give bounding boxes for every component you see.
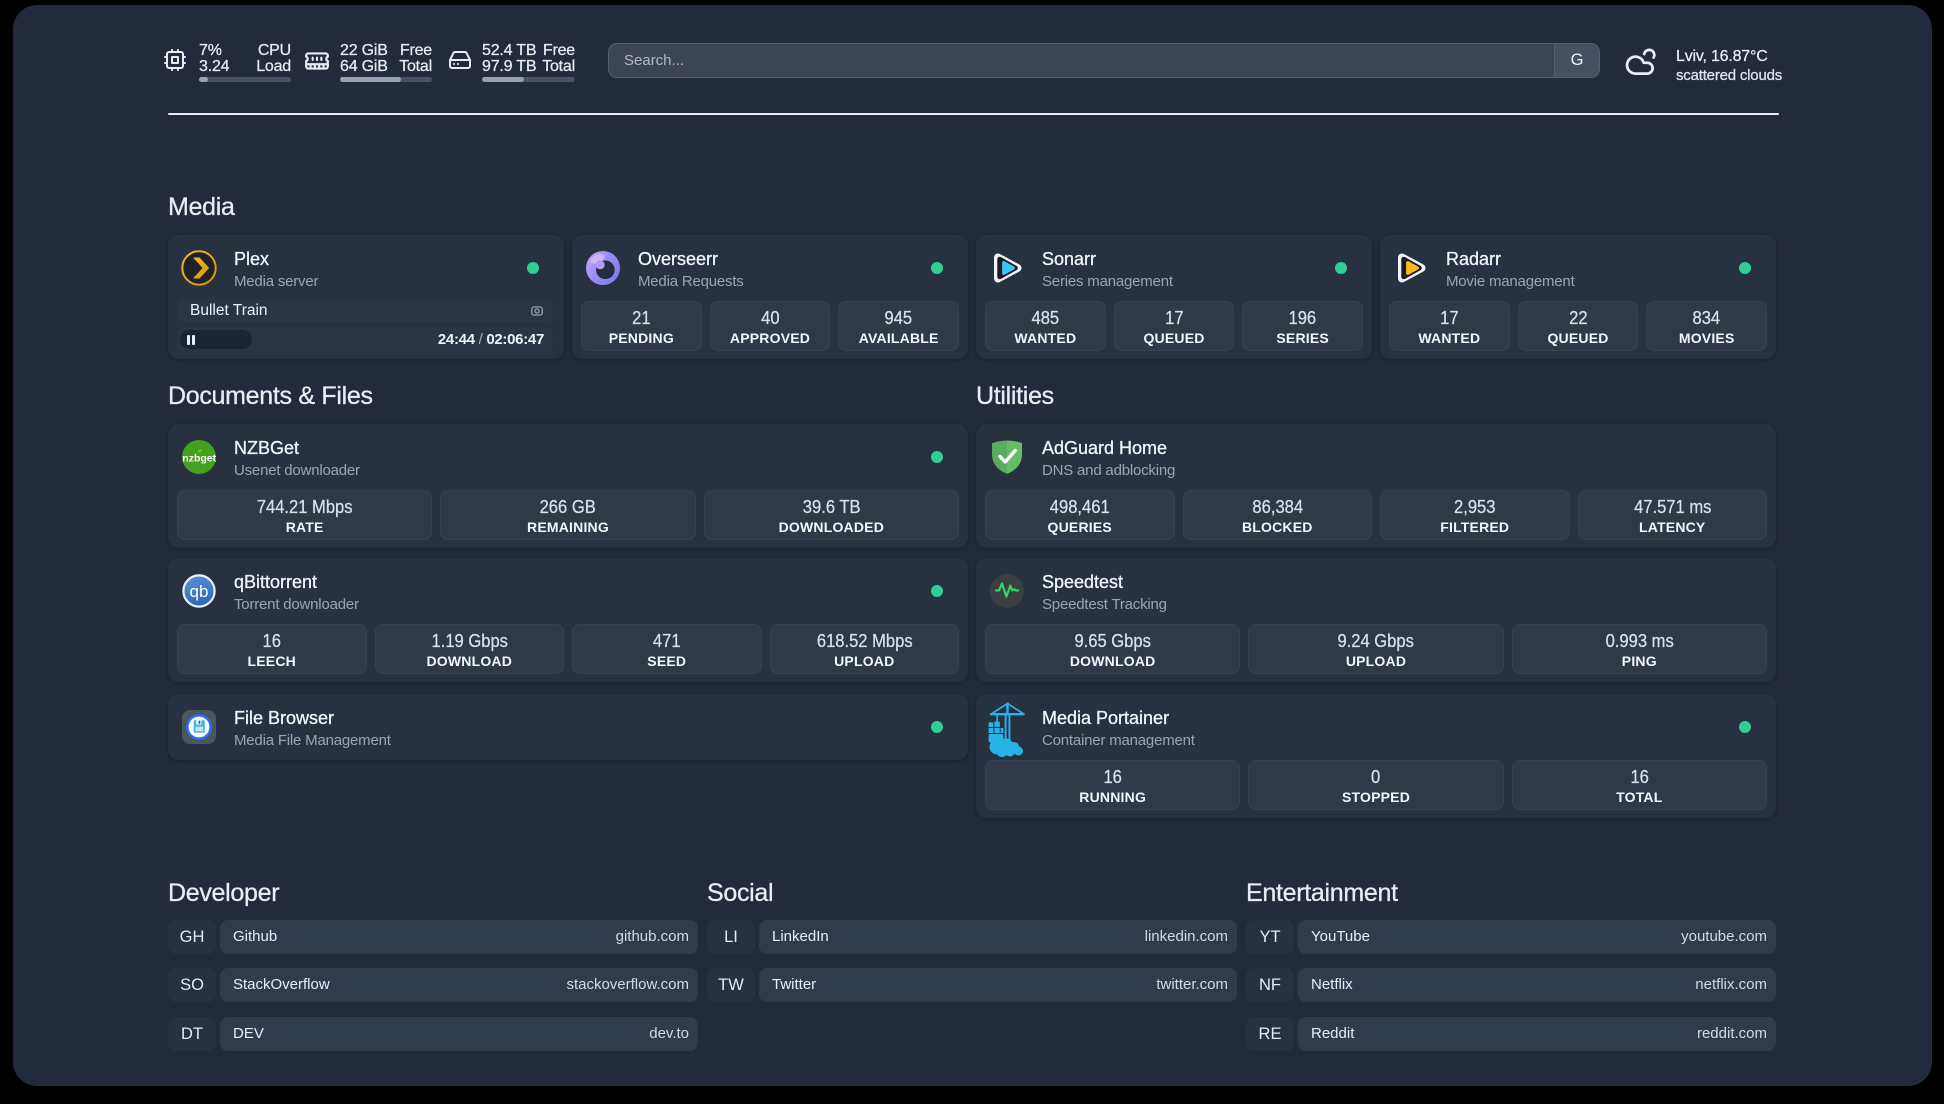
svg-text:nzbget: nzbget [182, 453, 216, 465]
svg-text:qb: qb [190, 582, 209, 601]
